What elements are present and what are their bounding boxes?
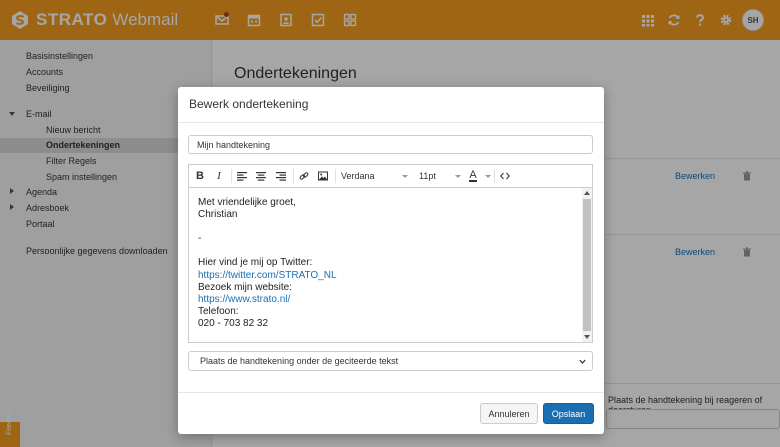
twitter-link[interactable]: https://twitter.com/STRATO_NL bbox=[198, 270, 578, 282]
font-family-select[interactable]: Verdana bbox=[341, 165, 411, 187]
signature-editor[interactable]: Met vriendelijke groet, Christian - Hier… bbox=[188, 187, 593, 343]
align-center-icon[interactable] bbox=[253, 165, 269, 187]
italic-button[interactable]: I bbox=[211, 165, 227, 187]
signature-line: Christian bbox=[198, 209, 238, 221]
toolbar-divider bbox=[231, 169, 232, 183]
scroll-up-icon[interactable] bbox=[584, 191, 590, 195]
signature-line bbox=[198, 245, 578, 257]
font-caret-icon bbox=[402, 175, 408, 178]
toolbar-divider bbox=[494, 169, 495, 183]
toolbar-divider bbox=[335, 169, 336, 183]
editor-scrollbar[interactable] bbox=[582, 188, 592, 342]
signature-line bbox=[198, 221, 578, 233]
signature-line: - bbox=[198, 233, 202, 245]
bold-button[interactable]: B bbox=[192, 165, 208, 187]
signature-content[interactable]: Met vriendelijke groet, Christian - Hier… bbox=[198, 197, 578, 330]
editor-toolbar: B I Verdana 11pt A bbox=[188, 164, 593, 187]
toolbar-divider bbox=[293, 169, 294, 183]
cancel-button[interactable]: Annuleren bbox=[480, 403, 538, 424]
edit-signature-dialog: Bewerk ondertekening B I Verdana 11pt bbox=[178, 87, 604, 434]
website-link[interactable]: https://www.strato.nl/ bbox=[198, 294, 578, 306]
image-icon[interactable] bbox=[315, 165, 331, 187]
dialog-footer: Annuleren Opslaan bbox=[178, 392, 604, 434]
signature-line: Hier vind je mij op Twitter: bbox=[198, 257, 313, 269]
size-caret-icon bbox=[455, 175, 461, 178]
save-button[interactable]: Opslaan bbox=[543, 403, 594, 424]
chevron-down-icon bbox=[579, 359, 586, 364]
source-code-icon[interactable] bbox=[497, 165, 513, 187]
font-family-value: Verdana bbox=[341, 171, 375, 181]
text-color-button[interactable]: A bbox=[465, 165, 481, 187]
signature-name-input[interactable] bbox=[188, 135, 593, 154]
link-icon[interactable] bbox=[296, 165, 312, 187]
color-caret-icon bbox=[485, 175, 491, 178]
font-size-value: 11pt bbox=[419, 171, 436, 181]
signature-line: Telefoon: bbox=[198, 305, 239, 317]
dialog-header: Bewerk ondertekening bbox=[178, 87, 604, 123]
align-right-icon[interactable] bbox=[273, 165, 289, 187]
scrollbar-thumb[interactable] bbox=[583, 199, 591, 331]
scroll-down-icon[interactable] bbox=[584, 335, 590, 339]
placement-value: Plaats de handtekening onder de geciteer… bbox=[200, 356, 399, 366]
dialog-title: Bewerk ondertekening bbox=[189, 97, 309, 111]
align-left-icon[interactable] bbox=[234, 165, 250, 187]
signature-placement-select[interactable]: Plaats de handtekening onder de geciteer… bbox=[188, 351, 593, 371]
signature-line: 020 - 703 82 32 bbox=[198, 317, 269, 329]
signature-line: Bezoek mijn website: bbox=[198, 281, 292, 293]
signature-line: Met vriendelijke groet, bbox=[198, 197, 296, 208]
text-color-letter: A bbox=[469, 169, 477, 182]
